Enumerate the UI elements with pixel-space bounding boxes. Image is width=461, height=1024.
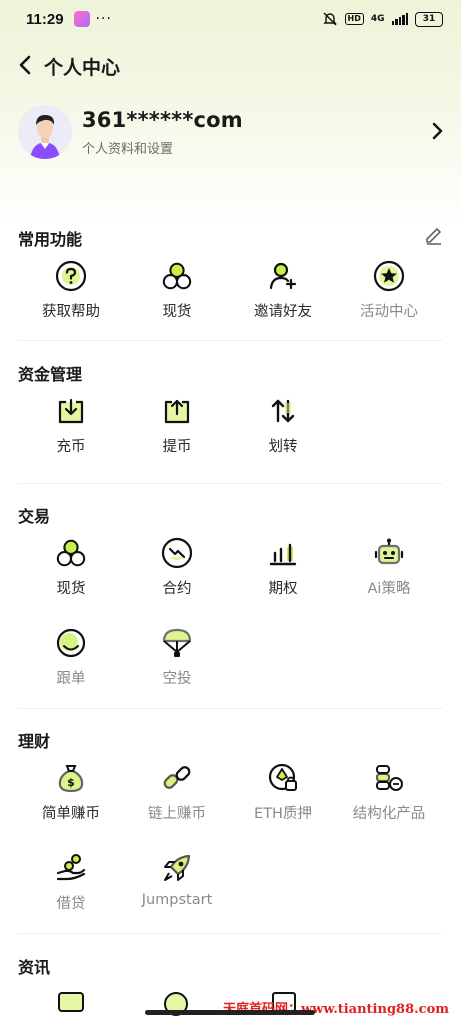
grid-item-spot[interactable]: 现货: [124, 260, 230, 330]
grid-item-label: 空投: [162, 671, 192, 687]
money-bag-icon: $: [55, 762, 87, 794]
profile-name: 361******com: [82, 107, 243, 132]
more-notifications-icon: ···: [95, 11, 112, 27]
status-bar: 11:29 ··· HD 4G 31: [0, 0, 461, 38]
grid-item-label: 活动中心: [360, 304, 418, 320]
app-notification-icon: [73, 11, 90, 27]
section-title: 资讯: [18, 958, 51, 977]
profile-card[interactable]: 361******com 个人资料和设置: [18, 104, 448, 160]
futures-icon: [161, 537, 193, 569]
grid-item-transfer[interactable]: 划转: [230, 395, 336, 465]
spot-icon: [55, 537, 87, 569]
section-title: 常用功能: [18, 230, 83, 249]
grid-item-futures[interactable]: 合约: [124, 537, 230, 607]
robot-icon: [373, 537, 405, 569]
grid-item-label: 简单赚币: [42, 806, 100, 822]
grid-item-label: 借贷: [56, 896, 86, 912]
bell-muted-icon: [322, 12, 337, 26]
coin-stack-icon: [373, 762, 405, 794]
grid-item-loan[interactable]: 借贷: [18, 852, 124, 922]
grid-item-label: 结构化产品: [352, 806, 426, 822]
pencil-icon: [426, 227, 442, 245]
question-icon: [55, 260, 87, 292]
home-indicator[interactable]: [145, 1010, 315, 1015]
nav-bar: 个人中心: [0, 44, 461, 86]
grid-item-label: 获取帮助: [42, 304, 100, 320]
transfer-icon: [267, 395, 299, 427]
grid-item-label: 期权: [268, 581, 298, 597]
copy-trade-icon: [55, 627, 87, 659]
section-title: 理财: [18, 732, 51, 751]
news-icon: [58, 992, 84, 1012]
eth-stake-icon: [267, 762, 299, 794]
grid-item-label: ETH质押: [254, 806, 312, 822]
grid-item-activity[interactable]: 活动中心: [336, 260, 442, 330]
grid-item-label: 现货: [162, 304, 192, 320]
grid-item-label: 链上赚币: [148, 806, 206, 822]
withdraw-icon: [161, 395, 193, 427]
grid-item-eth-stake[interactable]: ETH质押: [230, 762, 336, 832]
star-badge-icon: [373, 260, 405, 292]
grid-item-airdrop[interactable]: 空投: [124, 627, 230, 697]
grid-item-help[interactable]: 获取帮助: [18, 260, 124, 330]
grid-item-label: 划转: [268, 439, 298, 455]
section-title: 交易: [18, 507, 51, 526]
grid-item-simple-earn[interactable]: $ 简单赚币: [18, 762, 124, 832]
options-chart-icon: [267, 537, 299, 569]
avatar: [18, 105, 72, 159]
grid-item-label: 邀请好友: [254, 304, 312, 320]
grid-item-label: Jumpstart: [141, 892, 213, 908]
edit-button[interactable]: [423, 224, 445, 246]
grid-item-invite[interactable]: 邀请好友: [230, 260, 336, 330]
grid-item-options[interactable]: 期权: [230, 537, 336, 607]
grid-item-ai-strategy[interactable]: Ai策略: [336, 537, 442, 607]
chevron-left-icon: [19, 55, 31, 75]
chain-link-icon: [161, 762, 193, 794]
divider: [18, 708, 443, 709]
grid-item-copy-trade[interactable]: 跟单: [18, 627, 124, 697]
status-time: 11:29: [26, 10, 64, 28]
signal-icon: [391, 13, 408, 25]
divider: [18, 933, 443, 934]
battery-level: 31: [422, 14, 436, 24]
hd-icon: HD: [344, 13, 364, 25]
divider: [18, 340, 443, 341]
grid-item-label: 现货: [56, 581, 86, 597]
grid-item-jumpstart[interactable]: Jumpstart: [124, 852, 230, 922]
grid-item-label: 合约: [162, 581, 192, 597]
svg-text:$: $: [67, 776, 75, 789]
back-button[interactable]: [12, 52, 38, 78]
chevron-right-icon: [426, 119, 448, 143]
divider: [18, 483, 443, 484]
page-title: 个人中心: [44, 57, 121, 79]
grid-item-withdraw[interactable]: 提币: [124, 395, 230, 465]
network-label: 4G: [370, 14, 385, 24]
grid-item-label: 跟单: [56, 671, 86, 687]
loan-hand-icon: [55, 852, 87, 884]
deposit-icon: [55, 395, 87, 427]
grid-item-structured[interactable]: 结构化产品: [336, 762, 442, 832]
spot-icon: [161, 260, 193, 292]
parachute-icon: [161, 627, 193, 659]
invite-user-icon: [267, 260, 299, 292]
battery-icon: 31: [415, 11, 443, 27]
grid-item-label: 充币: [56, 439, 86, 455]
grid-item-deposit[interactable]: 充币: [18, 395, 124, 465]
rocket-icon: [161, 852, 193, 884]
grid-item-label: 提币: [162, 439, 192, 455]
grid-item-onchain-earn[interactable]: 链上赚币: [124, 762, 230, 832]
grid-item-spot-trade[interactable]: 现货: [18, 537, 124, 607]
grid-item-label: Ai策略: [367, 581, 411, 597]
profile-subtitle: 个人资料和设置: [82, 141, 174, 157]
section-title: 资金管理: [18, 365, 83, 384]
